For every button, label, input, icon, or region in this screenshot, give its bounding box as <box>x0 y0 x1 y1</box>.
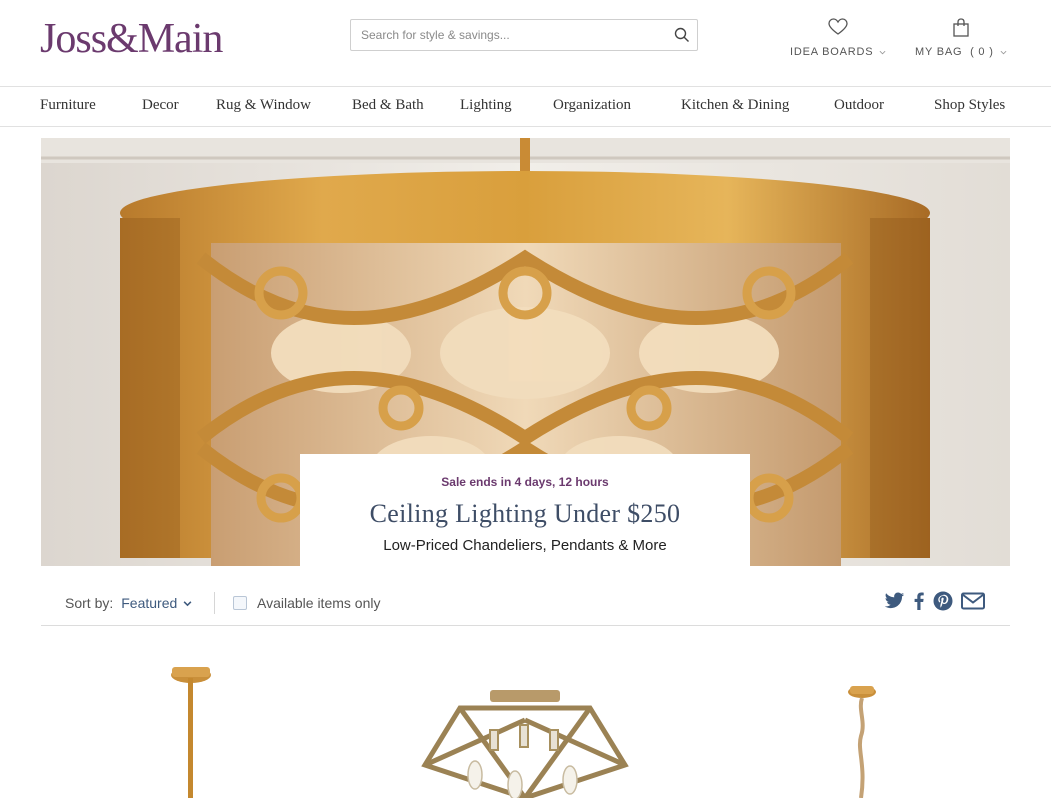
product-card[interactable] <box>830 650 900 803</box>
bag-icon <box>915 18 1007 38</box>
chevron-down-icon <box>879 50 886 54</box>
nav-item-shop-styles[interactable]: Shop Styles <box>934 97 1005 114</box>
nav-item-rug-window[interactable]: Rug & Window <box>216 97 311 114</box>
product-card[interactable] <box>150 650 240 803</box>
twitter-icon[interactable] <box>884 592 905 610</box>
my-bag-label: MY BAG ( 0 ) <box>915 46 994 58</box>
product-image <box>421 690 629 801</box>
product-card[interactable] <box>380 650 670 803</box>
chevron-down-icon <box>183 600 192 606</box>
email-icon[interactable] <box>961 592 985 610</box>
available-checkbox[interactable] <box>233 596 247 610</box>
logo[interactable]: Joss&Main <box>40 14 223 64</box>
nav-item-outdoor[interactable]: Outdoor <box>834 97 884 114</box>
promo-banner[interactable]: Sale ends in 4 days, 12 hours Ceiling Li… <box>300 454 750 566</box>
nav-item-bed-bath[interactable]: Bed & Bath <box>352 97 424 114</box>
nav-item-furniture[interactable]: Furniture <box>40 97 96 114</box>
nav-item-lighting[interactable]: Lighting <box>460 97 512 114</box>
share-icons <box>884 591 985 611</box>
my-bag-button[interactable]: MY BAG ( 0 ) <box>915 18 1007 58</box>
facebook-icon[interactable] <box>913 592 925 610</box>
idea-boards-button[interactable]: IDEA BOARDS <box>790 18 886 58</box>
divider <box>214 592 215 614</box>
main-nav: Furniture Decor Rug & Window Bed & Bath … <box>0 86 1051 127</box>
sale-countdown: Sale ends in 4 days, 12 hours <box>441 475 609 489</box>
product-image <box>171 667 211 798</box>
available-filter[interactable]: Available items only <box>233 595 380 611</box>
hero-title: Ceiling Lighting Under $250 <box>369 499 681 528</box>
nav-item-organization[interactable]: Organization <box>553 97 631 114</box>
chevron-down-icon <box>1000 50 1007 54</box>
search-icon[interactable] <box>667 20 697 50</box>
idea-boards-label: IDEA BOARDS <box>790 46 874 58</box>
nav-item-kitchen-dining[interactable]: Kitchen & Dining <box>681 97 789 114</box>
pinterest-icon[interactable] <box>933 591 953 611</box>
sort-value: Featured <box>121 595 178 611</box>
available-label: Available items only <box>257 595 381 611</box>
sort-dropdown[interactable]: Featured <box>121 595 192 611</box>
sort-label: Sort by: <box>65 595 114 611</box>
hero-subtitle: Low-Priced Chandeliers, Pendants & More <box>383 537 667 554</box>
search-input[interactable] <box>351 21 667 49</box>
product-image <box>848 686 876 799</box>
sort-toolbar: Sort by: Featured Available items only <box>41 583 1010 626</box>
sort-control: Sort by: Featured <box>65 595 192 611</box>
heart-icon <box>790 18 886 38</box>
nav-item-decor[interactable]: Decor <box>142 97 179 114</box>
search-bar <box>350 19 698 51</box>
